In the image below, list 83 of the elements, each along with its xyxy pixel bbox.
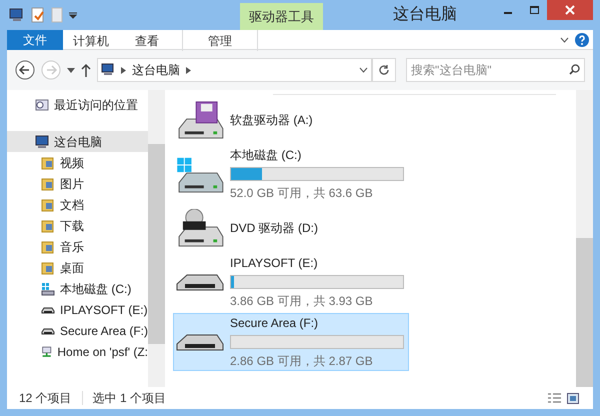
nav-label: 音乐: [60, 238, 84, 256]
back-icon[interactable]: [15, 60, 35, 80]
context-tab-header: 驱动器工具: [240, 3, 323, 30]
drive-name: DVD 驱动器 (D:): [230, 220, 319, 237]
drive-tile[interactable]: 软盘驱动器 (A:): [173, 97, 409, 143]
item-count: 12 个项目: [19, 390, 72, 407]
network-drive-icon: [41, 344, 52, 358]
nav-label: 桌面: [60, 260, 84, 276]
nav-label: 最近访问的位置: [54, 96, 138, 114]
chevron-right-icon[interactable]: [121, 66, 126, 74]
free-space-text: 3.86 GB 可用，共 3.93 GB: [230, 293, 374, 310]
refresh-icon: [378, 64, 390, 76]
drive-tile[interactable]: 本地磁盘 (C:) 52.0 GB 可用，共 63.6 GB: [173, 145, 409, 203]
up-arrow-icon[interactable]: [81, 63, 91, 77]
drive-tile[interactable]: Secure Area (F:) 2.86 GB 可用，共 2.87 GB: [173, 313, 409, 371]
recent-dropdown-icon[interactable]: [67, 68, 75, 72]
address-bar[interactable]: 这台电脑: [97, 58, 372, 82]
drive-name: 软盘驱动器 (A:): [230, 112, 314, 129]
close-icon: [565, 5, 575, 15]
nav-label: IPLAYSOFT (E:): [60, 302, 148, 318]
nav-item[interactable]: 文档: [7, 194, 148, 215]
nav-label: Secure Area (F:): [60, 322, 148, 340]
nav-item[interactable]: 这台电脑: [7, 131, 148, 152]
nav-label: Home on 'psf' (Z:: [57, 344, 148, 360]
ribbon-tab[interactable]: 计算机: [63, 30, 119, 51]
nav-item[interactable]: 音乐: [7, 236, 148, 257]
scrollbar[interactable]: [148, 90, 165, 387]
nav-item[interactable]: 下载: [7, 215, 148, 236]
system-drive-icon: [41, 282, 55, 296]
nav-item[interactable]: 桌面: [7, 257, 148, 278]
nav-item[interactable]: Secure Area (F:): [7, 320, 148, 341]
help-icon[interactable]: [575, 32, 589, 46]
computer-icon[interactable]: [9, 8, 25, 22]
expand-ribbon-icon[interactable]: [560, 36, 569, 42]
nav-item[interactable]: 本地磁盘 (C:): [7, 278, 148, 299]
folder-icon: [41, 156, 55, 170]
properties-icon[interactable]: [31, 7, 45, 23]
computer-icon: [101, 63, 115, 77]
nav-item[interactable]: 图片: [7, 173, 148, 194]
nav-label: 下载: [60, 218, 84, 234]
drive-tile[interactable]: IPLAYSOFT (E:) 3.86 GB 可用，共 3.93 GB: [173, 253, 409, 311]
recent-places-icon: [35, 98, 49, 112]
free-space-text: 2.86 GB 可用，共 2.87 GB: [230, 353, 374, 370]
nav-label: 文档: [60, 196, 84, 214]
close-button[interactable]: [547, 0, 593, 20]
file-menu-button[interactable]: 文件: [7, 30, 63, 50]
nav-item[interactable]: IPLAYSOFT (E:): [7, 299, 148, 320]
nav-label: 这台电脑: [54, 134, 102, 150]
scrollbar[interactable]: [576, 90, 593, 387]
dropdown-icon[interactable]: [69, 11, 77, 19]
drive-icon: [176, 334, 224, 350]
drive-name: IPLAYSOFT (E:): [230, 255, 319, 272]
ribbon-tab[interactable]: 查看: [119, 30, 175, 51]
selection-count: 选中 1 个项目: [92, 390, 166, 407]
address-path[interactable]: 这台电脑: [132, 61, 180, 79]
drive-name: 本地磁盘 (C:): [230, 147, 302, 164]
search-icon[interactable]: [569, 64, 580, 75]
folder-icon: [41, 218, 55, 232]
search-field[interactable]: 搜索"这台电脑": [406, 58, 585, 82]
drive-icon: [176, 274, 224, 290]
free-space-text: 52.0 GB 可用，共 63.6 GB: [230, 185, 374, 202]
floppy-drive-icon: [176, 101, 224, 139]
nav-item[interactable]: 视频: [7, 152, 148, 173]
nav-label: 本地磁盘 (C:): [60, 280, 132, 298]
folder-icon: [41, 176, 55, 190]
computer-icon: [35, 134, 49, 148]
tiles-view-icon[interactable]: [567, 392, 579, 404]
folder-icon: [41, 240, 55, 254]
chevron-right-icon[interactable]: [186, 66, 191, 74]
nav-label: 视频: [60, 154, 84, 172]
system-drive-icon: [176, 155, 224, 193]
drive-tile[interactable]: DVD 驱动器 (D:): [173, 205, 409, 251]
nav-label: 图片: [60, 176, 84, 192]
folder-icon: [41, 260, 55, 274]
nav-item[interactable]: Home on 'psf' (Z:: [7, 341, 148, 362]
window-title: 这台电脑: [393, 4, 457, 25]
folder-icon: [41, 198, 55, 212]
dvd-drive-icon: [176, 209, 224, 247]
details-view-icon[interactable]: [548, 392, 561, 404]
refresh-button[interactable]: [372, 58, 396, 82]
drive-name: Secure Area (F:): [230, 315, 320, 332]
chevron-down-icon[interactable]: [359, 67, 368, 73]
nav-item[interactable]: 最近访问的位置: [7, 94, 148, 115]
